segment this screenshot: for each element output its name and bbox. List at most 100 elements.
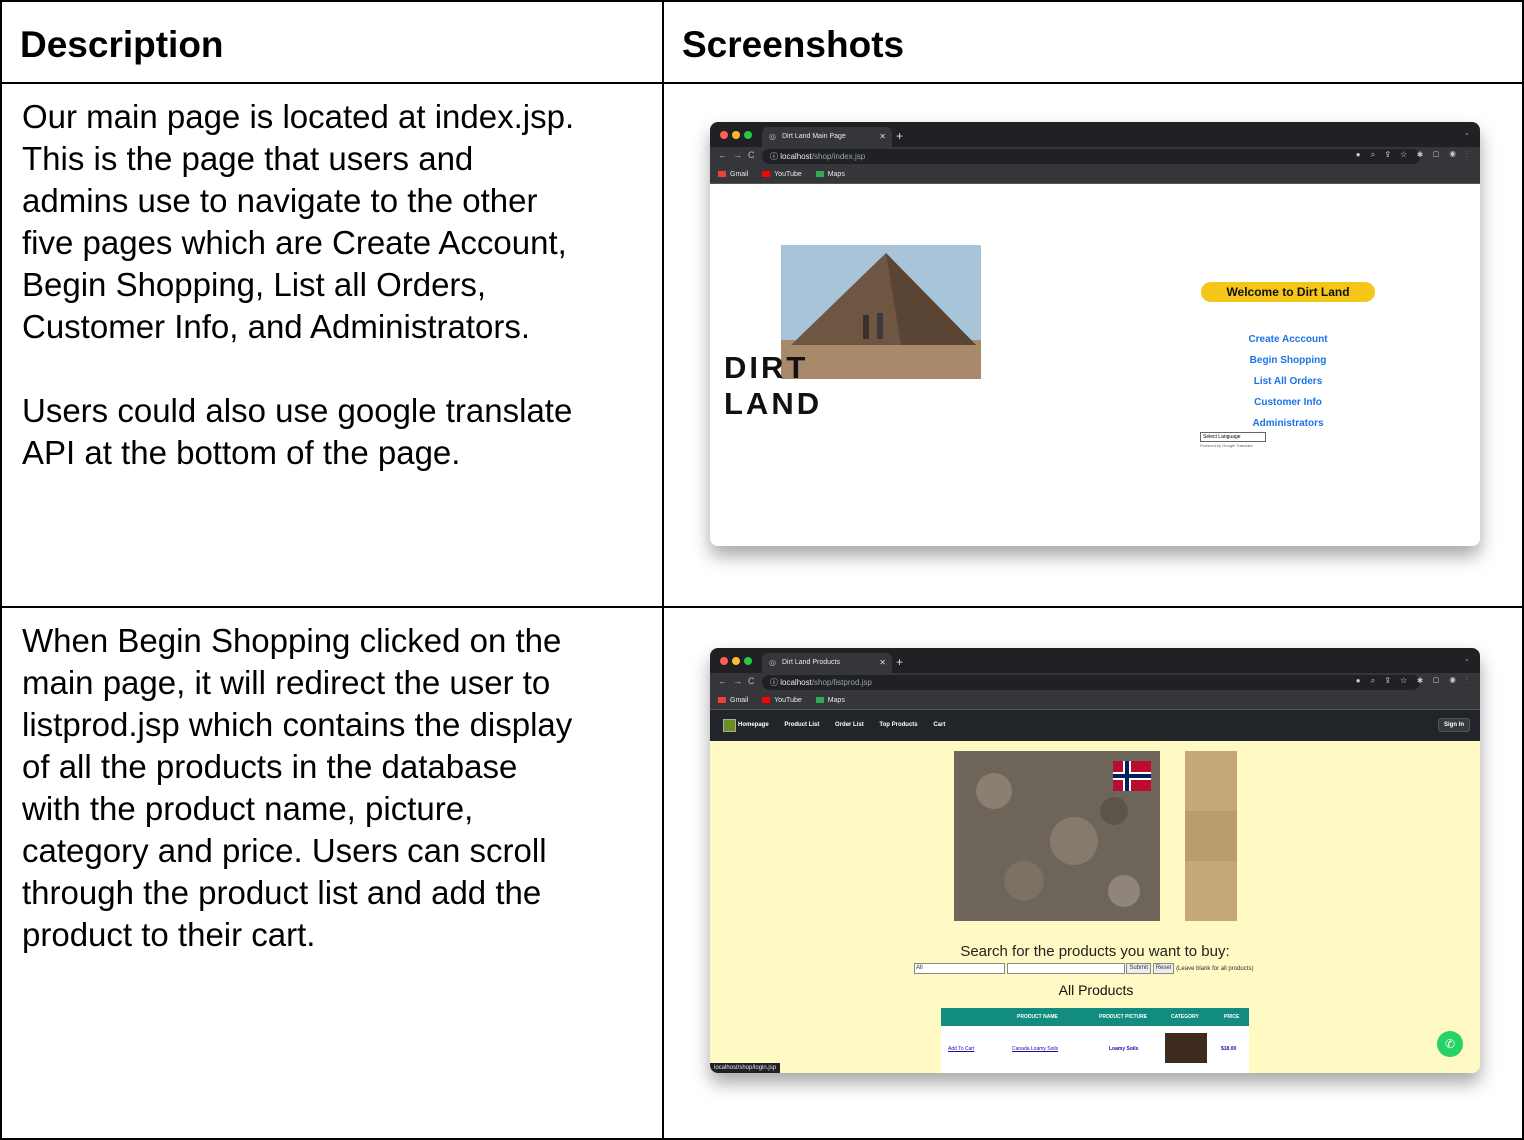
norway-flag-icon: [1113, 761, 1151, 791]
main-nav-links: Create Acccount Begin Shopping List All …: [1200, 329, 1376, 434]
close-dot-icon[interactable]: [720, 657, 728, 665]
row1-description: Our main page is located at index.jsp. T…: [22, 98, 575, 471]
col-product-name: PRODUCT NAME: [1017, 1014, 1058, 1020]
gmail-icon: [718, 697, 726, 703]
create-account-link[interactable]: Create Acccount: [1200, 329, 1376, 350]
product-category: Loamy Soils: [1109, 1046, 1139, 1052]
close-tab-icon[interactable]: ✕: [879, 127, 886, 147]
url-field[interactable]: ⓘ localhost/shop/listprod.jsp: [762, 675, 1420, 690]
begin-shopping-link[interactable]: Begin Shopping: [1200, 350, 1376, 371]
bookmark-maps[interactable]: Maps: [815, 697, 845, 704]
maximize-dot-icon[interactable]: [744, 131, 752, 139]
dirt-land-logo: DIRT LAND: [724, 350, 823, 421]
new-tab-icon[interactable]: +: [896, 653, 903, 671]
main-page: DIRT LAND Welcome to Dirt Land Create Acc…: [710, 184, 1480, 546]
toolbar-icons[interactable]: ● ⌕ ⇪ ☆ ✱ ▢ ◉ ⋮: [1356, 676, 1472, 686]
maps-icon: [815, 171, 824, 177]
header-screenshots-cell: Screenshots: [662, 0, 1524, 84]
sand-image: [1185, 751, 1237, 921]
tab-bar: ◎ Dirt Land Main Page ✕ + ⌄: [710, 122, 1480, 147]
search-hint: (Leave blank for all products): [1176, 966, 1254, 973]
customer-info-link[interactable]: Customer Info: [1200, 392, 1376, 413]
language-select[interactable]: Select Language: [1200, 432, 1266, 442]
url-path: /shop/index.jsp: [811, 152, 866, 161]
globe-icon: ◎: [769, 132, 776, 141]
chevron-down-icon[interactable]: ⌄: [1464, 129, 1470, 137]
chevron-down-icon[interactable]: ⌄: [1464, 655, 1470, 663]
new-tab-icon[interactable]: +: [896, 127, 903, 145]
search-form: All Submit Reset (Leave blank for all pr…: [914, 963, 1253, 974]
col-product-picture: PRODUCT PICTURE: [1099, 1014, 1148, 1020]
search-label: Search for the products you want to buy:: [960, 943, 1230, 960]
close-dot-icon[interactable]: [720, 131, 728, 139]
table-header: PRODUCT NAME PRODUCT PICTURE CATEGORY PR…: [941, 1008, 1249, 1026]
maps-icon: [815, 697, 824, 703]
search-input[interactable]: [1006, 963, 1125, 974]
browser-window-products: ◎ Dirt Land Products ✕ + ⌄ ←→C ⓘ localhost…: [710, 648, 1480, 1073]
product-price: $18.00: [1221, 1046, 1237, 1052]
powered-by-google: Powered by Google Translate: [1200, 443, 1253, 448]
status-url: localhost/shop/login.jsp: [710, 1063, 781, 1073]
maximize-dot-icon[interactable]: [744, 657, 752, 665]
whatsapp-icon[interactable]: ✆: [1437, 1031, 1463, 1057]
url-field[interactable]: ⓘ localhost/shop/index.jsp: [762, 149, 1420, 164]
add-to-cart-link[interactable]: Add To Cart: [948, 1046, 974, 1052]
row1-description-cell: Our main page is located at index.jsp. T…: [0, 82, 664, 608]
nav-arrows-icon[interactable]: ←→C: [718, 150, 761, 160]
row2-screenshot-cell: ◎ Dirt Land Products ✕ + ⌄ ←→C ⓘ localhost…: [662, 606, 1524, 1140]
description-table: Description Screenshots Our main page is…: [0, 0, 1524, 1140]
youtube-icon: [762, 697, 771, 703]
site-navbar: Homepage Product List Order List Top Pro…: [710, 710, 1480, 741]
site-logo-icon[interactable]: [723, 719, 736, 732]
address-bar: ←→C ⓘ localhost/shop/index.jsp ● ⌕ ⇪ ☆ ✱…: [710, 147, 1480, 166]
toolbar-icons[interactable]: ● ⌕ ⇪ ☆ ✱ ▢ ◉ ⋮: [1356, 150, 1472, 160]
row2-description-cell: When Begin Shopping clicked on the main …: [0, 606, 664, 1140]
col-category: CATEGORY: [1171, 1014, 1199, 1020]
nav-homepage[interactable]: Homepage: [738, 722, 769, 728]
nav-cart[interactable]: Cart: [933, 722, 945, 728]
header-description: Description: [20, 24, 224, 65]
bookmark-maps[interactable]: Maps: [815, 171, 845, 178]
list-orders-link[interactable]: List All Orders: [1200, 371, 1376, 392]
all-products-heading: All Products: [1058, 982, 1134, 998]
tab-title: Dirt Land Products: [782, 659, 840, 666]
bookmark-gmail[interactable]: Gmail: [718, 697, 748, 704]
bookmark-gmail[interactable]: Gmail: [718, 171, 748, 178]
url-host: localhost: [780, 678, 812, 687]
product-name-link[interactable]: Canada Loamy Soils: [1012, 1046, 1058, 1052]
address-bar: ←→C ⓘ localhost/shop/listprod.jsp ● ⌕ ⇪ …: [710, 673, 1480, 692]
tab-bar: ◎ Dirt Land Products ✕ + ⌄: [710, 648, 1480, 673]
nav-product-list[interactable]: Product List: [784, 722, 819, 728]
tab-title: Dirt Land Main Page: [782, 133, 846, 140]
table-row: Add To Cart Canada Loamy Soils Loamy Soi…: [941, 1026, 1249, 1072]
browser-window-main: ◎ Dirt Land Main Page ✕ + ⌄ ←→C ⓘ localhos…: [710, 122, 1480, 546]
browser-tab[interactable]: ◎ Dirt Land Main Page ✕: [762, 127, 892, 147]
col-price: PRICE: [1224, 1014, 1240, 1020]
bookmark-youtube[interactable]: YouTube: [762, 171, 802, 178]
close-tab-icon[interactable]: ✕: [879, 653, 886, 673]
products-table: PRODUCT NAME PRODUCT PICTURE CATEGORY PR…: [941, 1008, 1249, 1073]
row1-screenshot-cell: ◎ Dirt Land Main Page ✕ + ⌄ ←→C ⓘ localhos…: [662, 82, 1524, 608]
welcome-banner: Welcome to Dirt Land: [1201, 282, 1375, 302]
category-select[interactable]: All: [914, 963, 1005, 974]
bookmark-youtube[interactable]: YouTube: [762, 697, 802, 704]
reset-button[interactable]: Reset: [1152, 963, 1175, 974]
sign-in-button[interactable]: Sign In: [1438, 718, 1470, 732]
bookmarks-bar: Gmail YouTube Maps: [710, 166, 1480, 184]
url-host: localhost: [780, 152, 812, 161]
url-path: /shop/listprod.jsp: [811, 678, 872, 687]
product-thumbnail: [1165, 1033, 1207, 1063]
bookmarks-bar: Gmail YouTube Maps: [710, 692, 1480, 710]
nav-order-list[interactable]: Order List: [835, 722, 864, 728]
minimize-dot-icon[interactable]: [732, 131, 740, 139]
gmail-icon: [718, 171, 726, 177]
nav-arrows-icon[interactable]: ←→C: [718, 676, 761, 686]
minimize-dot-icon[interactable]: [732, 657, 740, 665]
header-screenshots: Screenshots: [682, 24, 905, 65]
nav-top-products[interactable]: Top Products: [879, 722, 917, 728]
administrators-link[interactable]: Administrators: [1200, 413, 1376, 434]
browser-tab[interactable]: ◎ Dirt Land Products ✕: [762, 653, 892, 673]
youtube-icon: [762, 171, 771, 177]
submit-button[interactable]: Submit: [1126, 963, 1152, 974]
globe-icon: ◎: [769, 658, 776, 667]
